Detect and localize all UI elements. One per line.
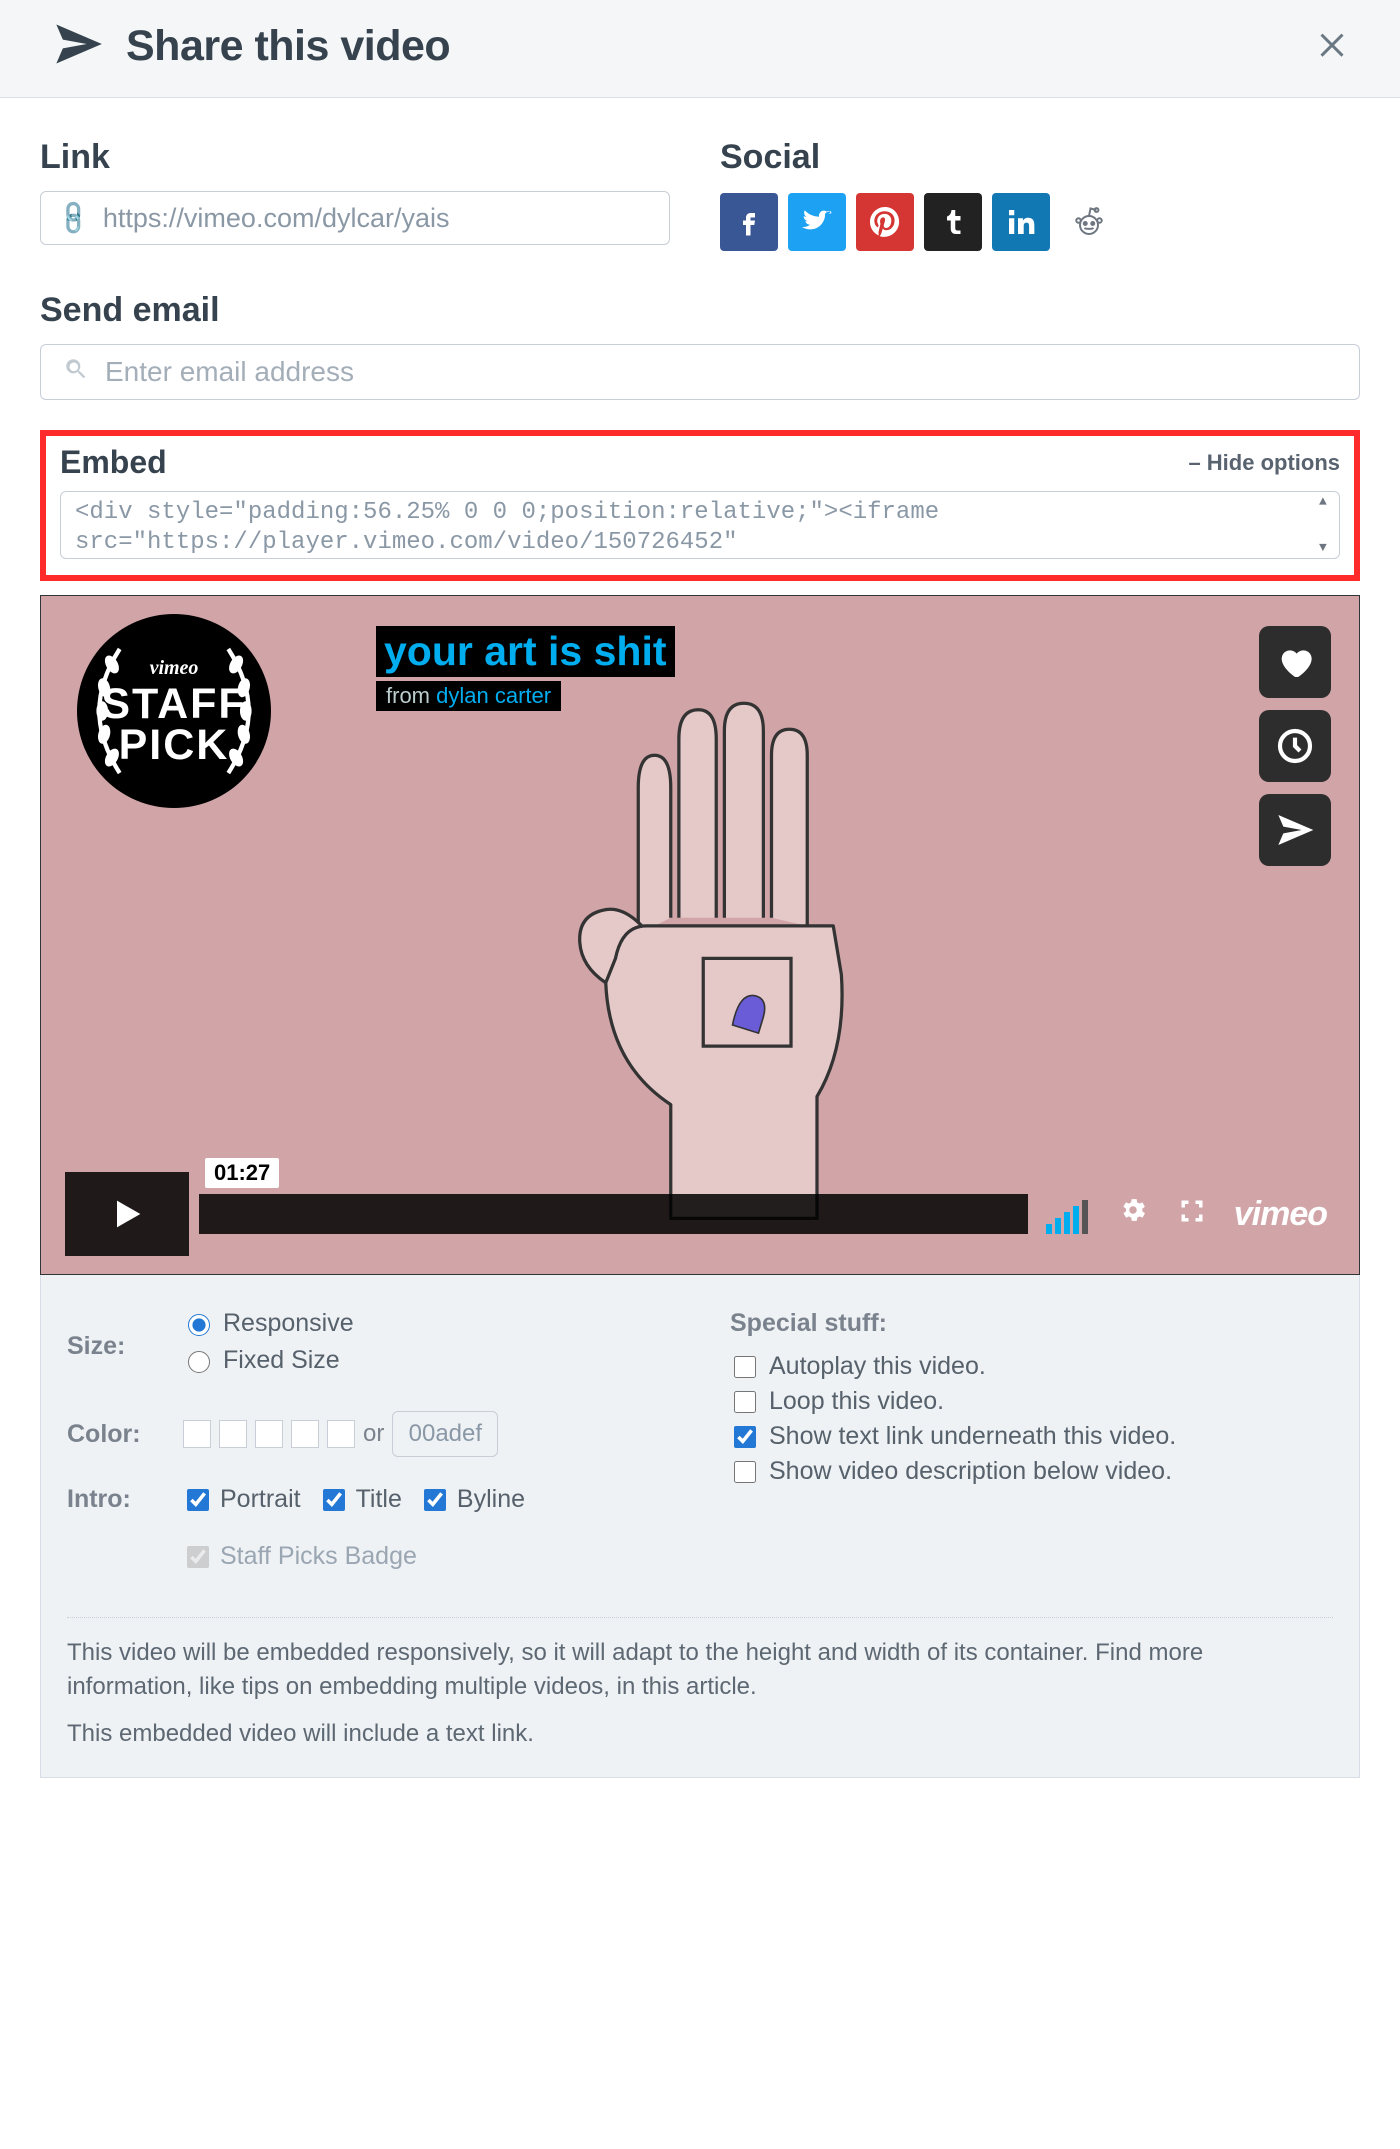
tumblr-icon[interactable] bbox=[924, 193, 982, 251]
intro-label: Intro: bbox=[67, 1485, 163, 1514]
size-label: Size: bbox=[67, 1332, 163, 1361]
pinterest-icon[interactable] bbox=[856, 193, 914, 251]
email-section-label: Send email bbox=[40, 291, 1360, 330]
facebook-icon[interactable] bbox=[720, 193, 778, 251]
textlink-checkbox[interactable] bbox=[734, 1426, 756, 1448]
settings-icon[interactable] bbox=[1108, 1195, 1158, 1233]
intro-title-checkbox[interactable] bbox=[323, 1489, 345, 1511]
embed-code-textarea[interactable]: <div style="padding:56.25% 0 0 0;positio… bbox=[60, 491, 1340, 559]
linkedin-icon[interactable] bbox=[992, 193, 1050, 251]
video-title-overlay: your art is shit from dylan carter bbox=[376, 626, 675, 711]
link-input[interactable]: 🔗 https://vimeo.com/dylcar/yais bbox=[40, 191, 670, 245]
autoplay-checkbox[interactable] bbox=[734, 1356, 756, 1378]
color-swatch[interactable] bbox=[183, 1420, 211, 1448]
hide-options-link[interactable]: – Hide options bbox=[1188, 450, 1340, 476]
social-icon-row bbox=[720, 193, 1360, 251]
link-value: https://vimeo.com/dylcar/yais bbox=[103, 203, 450, 234]
embed-section: Embed – Hide options <div style="padding… bbox=[40, 430, 1360, 581]
intro-portrait-checkbox[interactable] bbox=[187, 1489, 209, 1511]
color-swatch[interactable] bbox=[327, 1420, 355, 1448]
size-fixed-radio[interactable] bbox=[188, 1351, 210, 1373]
divider bbox=[67, 1617, 1333, 1618]
link-section-label: Link bbox=[40, 138, 680, 177]
vimeo-logo[interactable]: vimeo bbox=[1226, 1195, 1335, 1234]
progress-bar[interactable] bbox=[199, 1194, 1028, 1234]
close-icon[interactable] bbox=[1314, 22, 1350, 70]
like-button[interactable] bbox=[1259, 626, 1331, 698]
laurel-icon bbox=[77, 614, 271, 808]
play-button[interactable] bbox=[65, 1172, 189, 1256]
twitter-icon[interactable] bbox=[788, 193, 846, 251]
social-section-label: Social bbox=[720, 138, 1360, 177]
volume-control[interactable] bbox=[1046, 1194, 1098, 1234]
email-input[interactable]: Enter email address bbox=[40, 344, 1360, 400]
showdesc-checkbox[interactable] bbox=[734, 1461, 756, 1483]
watch-later-button[interactable] bbox=[1259, 710, 1331, 782]
embed-label: Embed bbox=[60, 444, 167, 481]
video-byline: from dylan carter bbox=[376, 681, 561, 711]
intro-staff-checkbox bbox=[187, 1546, 209, 1568]
modal-header: Share this video bbox=[0, 0, 1400, 98]
reddit-icon[interactable] bbox=[1060, 193, 1118, 251]
scroll-spinner[interactable]: ▲▼ bbox=[1319, 494, 1335, 556]
intro-byline-checkbox[interactable] bbox=[424, 1489, 446, 1511]
duration-label: 01:27 bbox=[205, 1158, 279, 1188]
hand-illustration bbox=[492, 634, 1012, 1234]
color-swatch[interactable] bbox=[219, 1420, 247, 1448]
color-label: Color: bbox=[67, 1420, 163, 1449]
fullscreen-icon[interactable] bbox=[1168, 1197, 1216, 1232]
embed-options-panel: Size: Responsive Fixed Size Color: or bbox=[40, 1275, 1360, 1778]
size-responsive-radio[interactable] bbox=[188, 1314, 210, 1336]
video-preview: vimeo STAFF PICK your art is shit from d… bbox=[40, 595, 1360, 1275]
paper-plane-icon bbox=[50, 18, 106, 75]
loop-checkbox[interactable] bbox=[734, 1391, 756, 1413]
color-swatch[interactable] bbox=[255, 1420, 283, 1448]
email-placeholder: Enter email address bbox=[105, 356, 354, 388]
modal-title: Share this video bbox=[126, 22, 450, 71]
video-title[interactable]: your art is shit bbox=[376, 626, 675, 677]
author-link[interactable]: dylan carter bbox=[436, 683, 551, 708]
staff-pick-badge: vimeo STAFF PICK bbox=[77, 614, 271, 808]
special-label: Special stuff: bbox=[730, 1309, 1333, 1338]
share-button[interactable] bbox=[1259, 794, 1331, 866]
color-hex-input[interactable]: 00adef bbox=[392, 1411, 498, 1457]
search-icon bbox=[63, 356, 89, 389]
embed-description: This video will be embedded responsively… bbox=[67, 1636, 1333, 1751]
link-icon: 🔗 bbox=[53, 197, 95, 239]
color-swatch[interactable] bbox=[291, 1420, 319, 1448]
